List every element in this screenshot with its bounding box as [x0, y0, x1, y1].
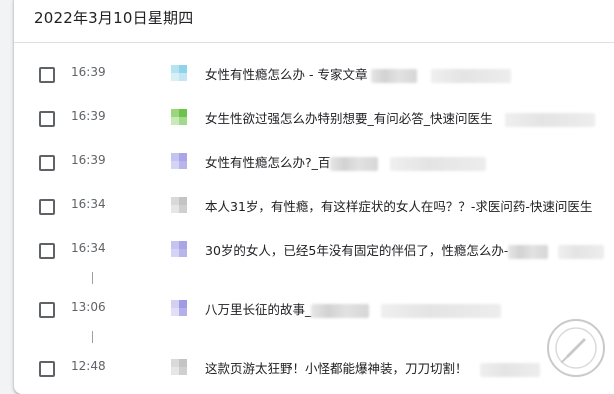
entry-title[interactable]: 八万里长征的故事_	[205, 302, 311, 317]
entry-title-link[interactable]: 本人31岁，有性瘾，有这样症状的女人在吗？？-求医问药-快速问医生	[205, 196, 592, 215]
entry-title[interactable]: 本人31岁，有性瘾，有这样症状的女人在吗？？-求医问药-快速问医生	[205, 199, 592, 214]
history-entry[interactable]: 12:48 这款页游太狂野！小怪都能爆神装，刀刀切割！	[14, 353, 614, 383]
entry-title-link[interactable]: 八万里长征的故事_	[205, 299, 502, 318]
site-favicon-icon	[171, 241, 187, 257]
entry-time: 16:39	[71, 65, 106, 79]
favicon-cell	[179, 249, 187, 257]
favicon-cell	[171, 300, 179, 308]
site-favicon-icon	[171, 65, 187, 81]
favicon-cell	[171, 249, 179, 257]
timeline-gap-connector	[92, 331, 93, 343]
favicon-cell	[179, 367, 187, 375]
entry-title[interactable]: 女性有性瘾怎么办 - 专家文章	[205, 67, 367, 82]
redacted-url	[390, 156, 487, 171]
entry-time: 16:39	[71, 109, 106, 123]
entry-title-link[interactable]: 女性有性瘾怎么办?_百	[205, 152, 487, 171]
favicon-cell	[171, 205, 179, 213]
entry-time: 16:34	[71, 197, 106, 211]
entry-title-link[interactable]: 女生性欲过强怎么办特别想要_有问必答_快速问医生	[205, 108, 595, 127]
entry-checkbox[interactable]	[39, 111, 55, 127]
entry-title-link[interactable]: 女性有性瘾怎么办 - 专家文章	[205, 64, 512, 83]
redacted-text	[330, 156, 379, 171]
redacted-url	[431, 68, 512, 83]
favicon-cell	[171, 65, 179, 73]
favicon-cell	[179, 205, 187, 213]
entry-checkbox[interactable]	[39, 199, 55, 215]
redacted-url	[381, 303, 502, 318]
favicon-cell	[179, 65, 187, 73]
redacted-text	[508, 244, 549, 259]
entry-checkbox[interactable]	[39, 155, 55, 171]
entry-checkbox[interactable]	[39, 243, 55, 259]
favicon-cell	[171, 197, 179, 205]
site-favicon-icon	[171, 109, 187, 125]
entry-title-link[interactable]: 30岁的女人，已经5年没有固定的伴侣了，性瘾怎么办-	[205, 240, 605, 259]
favicon-cell	[179, 241, 187, 249]
history-entry[interactable]: 16:34 30岁的女人，已经5年没有固定的伴侣了，性瘾怎么办-	[14, 235, 614, 265]
favicon-cell	[171, 117, 179, 125]
entry-title[interactable]: 女生性欲过强怎么办特别想要_有问必答_快速问医生	[205, 111, 493, 126]
history-date-header: 2022年3月10日星期四	[34, 9, 194, 27]
favicon-cell	[179, 161, 187, 169]
site-favicon-icon	[171, 359, 187, 375]
watermark-logo-icon	[547, 319, 605, 377]
timeline-gap-connector	[92, 272, 93, 284]
entry-checkbox[interactable]	[39, 302, 55, 318]
header-divider	[14, 42, 614, 43]
entry-time: 12:48	[71, 359, 106, 373]
favicon-cell	[179, 197, 187, 205]
favicon-cell	[171, 73, 179, 81]
entry-title[interactable]: 这款页游太狂野！小怪都能爆神装，刀刀切割！	[205, 361, 468, 376]
site-favicon-icon	[171, 153, 187, 169]
entry-time: 13:06	[71, 300, 106, 314]
entry-checkbox[interactable]	[39, 67, 55, 83]
history-entry[interactable]: 13:06 八万里长征的故事_	[14, 294, 614, 324]
site-favicon-icon	[171, 300, 187, 316]
entry-title[interactable]: 30岁的女人，已经5年没有固定的伴侣了，性瘾怎么办-	[205, 243, 508, 258]
favicon-cell	[179, 300, 187, 308]
history-entry[interactable]: 16:39 女生性欲过强怎么办特别想要_有问必答_快速问医生	[14, 103, 614, 133]
entry-time: 16:34	[71, 241, 106, 255]
favicon-cell	[171, 241, 179, 249]
favicon-cell	[171, 161, 179, 169]
favicon-cell	[179, 117, 187, 125]
favicon-cell	[179, 109, 187, 117]
history-entry[interactable]: 16:39 女性有性瘾怎么办?_百	[14, 147, 614, 177]
favicon-cell	[179, 359, 187, 367]
favicon-cell	[179, 73, 187, 81]
favicon-cell	[179, 308, 187, 316]
favicon-cell	[171, 153, 179, 161]
entry-checkbox[interactable]	[39, 361, 55, 377]
entry-time: 16:39	[71, 153, 106, 167]
favicon-cell	[171, 367, 179, 375]
history-entry[interactable]: 16:39 女性有性瘾怎么办 - 专家文章	[14, 59, 614, 89]
favicon-cell	[179, 153, 187, 161]
redacted-url	[479, 362, 540, 377]
entry-title-link[interactable]: 这款页游太狂野！小怪都能爆神装，刀刀切割！	[205, 358, 540, 377]
redacted-url	[558, 244, 605, 259]
entry-title[interactable]: 女性有性瘾怎么办?_百	[205, 155, 330, 170]
site-favicon-icon	[171, 197, 187, 213]
favicon-cell	[171, 308, 179, 316]
favicon-cell	[171, 109, 179, 117]
history-entry[interactable]: 16:34 本人31岁，有性瘾，有这样症状的女人在吗？？-求医问药-快速问医生	[14, 191, 614, 221]
redacted-text	[371, 68, 418, 83]
favicon-cell	[171, 359, 179, 367]
redacted-url	[504, 112, 595, 127]
redacted-text	[311, 303, 370, 318]
